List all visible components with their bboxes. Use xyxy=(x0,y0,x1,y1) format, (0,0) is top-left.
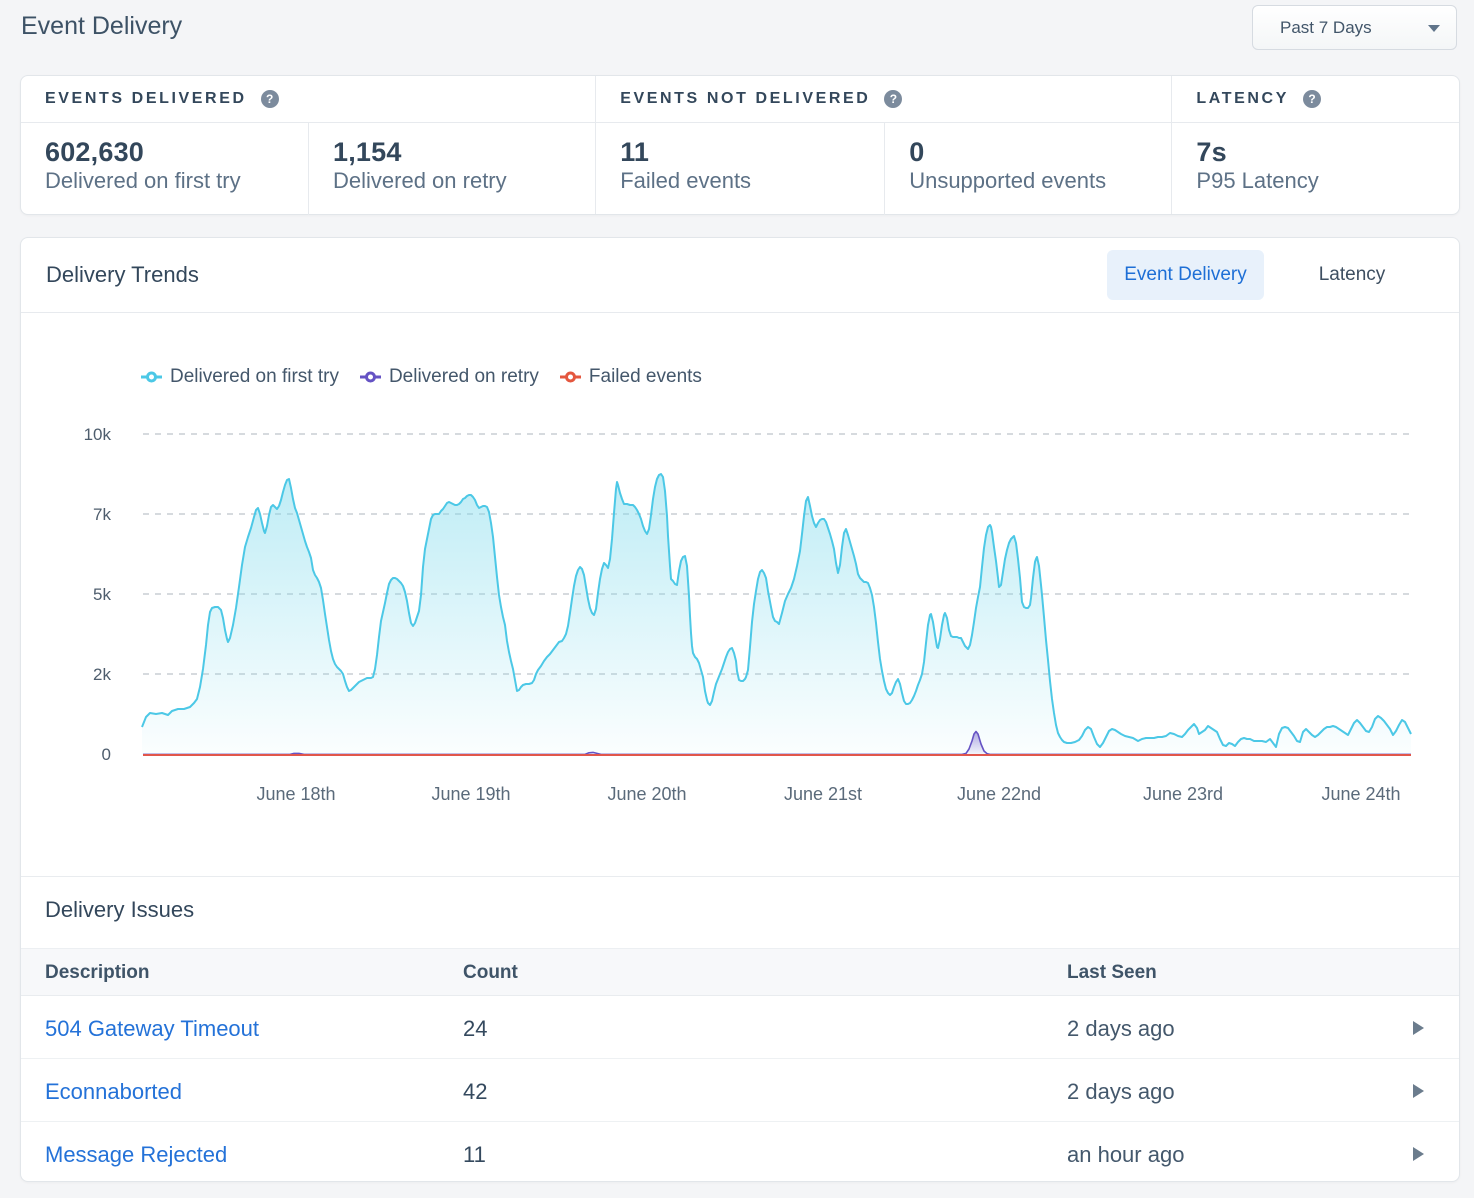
svg-text:2k: 2k xyxy=(93,665,111,684)
svg-text:June 19th: June 19th xyxy=(431,784,510,804)
svg-text:June 20th: June 20th xyxy=(607,784,686,804)
svg-text:5k: 5k xyxy=(93,585,111,604)
svg-text:June 21st: June 21st xyxy=(784,784,862,804)
svg-text:June 18th: June 18th xyxy=(256,784,335,804)
svg-text:June 24th: June 24th xyxy=(1321,784,1400,804)
svg-text:10k: 10k xyxy=(84,425,112,444)
svg-text:7k: 7k xyxy=(93,505,111,524)
svg-text:0: 0 xyxy=(102,745,111,764)
svg-text:June 22nd: June 22nd xyxy=(957,784,1041,804)
svg-text:June 23rd: June 23rd xyxy=(1143,784,1223,804)
